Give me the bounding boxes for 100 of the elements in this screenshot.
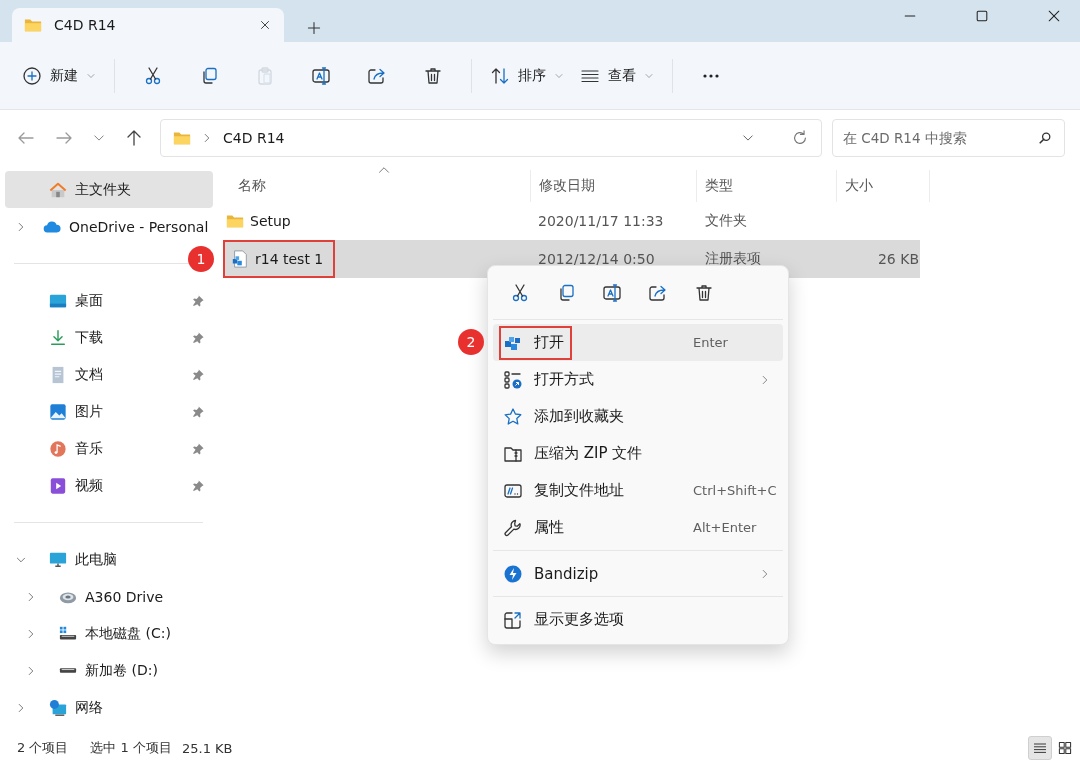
column-header[interactable]: 大小 — [837, 170, 930, 202]
external-window-icon — [503, 609, 523, 630]
new-tab-icon[interactable] — [306, 20, 322, 36]
house-icon — [49, 180, 67, 199]
sidebar-label: 下载 — [75, 328, 104, 347]
sidebar-label: 视频 — [75, 476, 104, 495]
column-header[interactable]: 名称 — [230, 170, 530, 202]
date-cell-text: 2020/11/17 11:33 — [537, 213, 665, 229]
menu-item[interactable]: 属性 Alt+Enter — [493, 509, 783, 546]
view-button[interactable]: 查看 — [572, 57, 662, 94]
app-list-icon — [503, 369, 523, 390]
tiles-view-icon — [1057, 740, 1073, 756]
menu-label: 压缩为 ZIP 文件 — [534, 444, 643, 463]
breadcrumb-item[interactable]: C4D R14 — [223, 130, 285, 146]
new-button[interactable]: 新建 — [14, 57, 104, 94]
type-cell-text: 文件夹 — [704, 212, 748, 230]
menu-item[interactable]: 显示更多选项 — [493, 601, 783, 638]
close-icon[interactable] — [258, 18, 272, 32]
sidebar-item[interactable]: A360 Drive — [5, 578, 213, 615]
menu-label: 添加到收藏夹 — [534, 407, 624, 426]
sidebar-item[interactable]: 下载 — [5, 319, 213, 356]
maximize-icon[interactable] — [974, 8, 990, 24]
rename-icon — [311, 65, 331, 86]
sidebar-label: 此电脑 — [75, 550, 118, 569]
window-tab[interactable]: C4D R14 — [12, 8, 284, 42]
file-row[interactable]: Setup 2020/11/17 11:33 文件夹 — [223, 202, 920, 240]
sidebar-label: 文档 — [75, 365, 104, 384]
pin-icon[interactable] — [191, 330, 205, 345]
address-bar[interactable]: C4D R14 — [160, 119, 822, 157]
menu-label: 显示更多选项 — [534, 610, 624, 629]
column-header[interactable]: 类型 — [697, 170, 837, 202]
menu-item[interactable]: 复制文件地址 Ctrl+Shift+C — [493, 472, 783, 509]
date-cell-text: 2012/12/14 0:50 — [537, 251, 656, 267]
sidebar-label: 新加卷 (D:) — [85, 661, 159, 680]
wrench-icon — [503, 517, 523, 538]
lightning-circle-icon — [503, 563, 523, 584]
menu-label: 属性 — [534, 518, 564, 537]
menu-item[interactable]: 压缩为 ZIP 文件 — [493, 435, 783, 472]
plus-circle-icon — [22, 65, 42, 86]
menu-item[interactable]: 打开方式 — [493, 361, 783, 398]
search-icon[interactable] — [1037, 130, 1053, 146]
step-marker: 1 — [188, 246, 214, 272]
network-icon — [49, 698, 67, 717]
sidebar-label: A360 Drive — [85, 588, 165, 605]
picture-icon — [49, 402, 67, 421]
share-icon — [648, 283, 668, 303]
menu-item[interactable]: Bandizip — [493, 555, 783, 592]
pin-icon[interactable] — [191, 367, 205, 382]
shortcut-text: Ctrl+Shift+C — [693, 483, 777, 498]
selection-count: 选中 1 个项目 — [90, 739, 172, 757]
registry-file-icon — [231, 250, 249, 268]
monitor-icon — [49, 550, 67, 569]
menu-label: 打开 — [534, 333, 564, 352]
download-icon — [49, 328, 67, 347]
clipboard-icon — [255, 65, 275, 86]
file-name: Setup — [223, 202, 303, 240]
pin-icon[interactable] — [191, 293, 205, 308]
more-icon — [701, 72, 721, 79]
type-cell-text: 注册表项 — [704, 250, 762, 268]
sidebar-label: 音乐 — [75, 439, 104, 458]
search-field[interactable]: 在 C4D R14 中搜索 — [832, 119, 1065, 157]
sidebar-item[interactable]: 图片 — [5, 393, 213, 430]
sidebar-label: 本地磁盘 (C:) — [85, 624, 172, 643]
shortcut-text: Alt+Enter — [693, 520, 757, 535]
column-header[interactable]: 修改日期 — [530, 170, 697, 202]
pin-icon[interactable] — [191, 404, 205, 419]
trash-icon — [423, 65, 443, 86]
sidebar-item[interactable]: 主文件夹 — [5, 171, 213, 208]
sidebar-item[interactable]: 此电脑 — [5, 541, 213, 578]
sidebar-label: OneDrive - Personal — [69, 218, 209, 235]
sidebar-item[interactable]: 本地磁盘 (C:) — [5, 615, 213, 652]
star-icon — [503, 406, 523, 427]
sort-button[interactable]: 排序 — [482, 57, 572, 94]
music-note-icon — [49, 439, 67, 458]
sidebar-label: 网络 — [75, 698, 104, 717]
sidebar-label: 图片 — [75, 402, 104, 421]
close-icon[interactable] — [1046, 8, 1062, 24]
step-marker: 2 — [458, 329, 484, 355]
sidebar-item[interactable]: 网络 — [5, 689, 213, 726]
refresh-icon[interactable] — [791, 129, 809, 147]
video-icon — [49, 476, 67, 495]
sidebar-item[interactable]: 新加卷 (D:) — [5, 652, 213, 689]
menu-label: 打开方式 — [534, 370, 594, 389]
sidebar-item[interactable]: 文档 — [5, 356, 213, 393]
rename-icon — [602, 283, 622, 303]
disk-icon — [59, 667, 77, 674]
sidebar-label: 桌面 — [75, 291, 104, 310]
trash-icon — [694, 283, 714, 303]
sidebar-label: 主文件夹 — [75, 180, 132, 199]
file-name: r14 test 1 — [223, 240, 336, 278]
pin-icon[interactable] — [191, 478, 205, 493]
details-view-button[interactable] — [1028, 736, 1052, 760]
pin-icon[interactable] — [191, 441, 205, 456]
shortcut-text: Enter — [693, 335, 728, 350]
sidebar-item[interactable]: 音乐 — [5, 430, 213, 467]
sidebar-item[interactable]: 视频 — [5, 467, 213, 504]
item-count: 2 个项目 — [17, 739, 69, 757]
details-view-icon — [1032, 740, 1048, 756]
sidebar-item[interactable]: 桌面 — [5, 282, 213, 319]
menu-item[interactable]: 添加到收藏夹 — [493, 398, 783, 435]
